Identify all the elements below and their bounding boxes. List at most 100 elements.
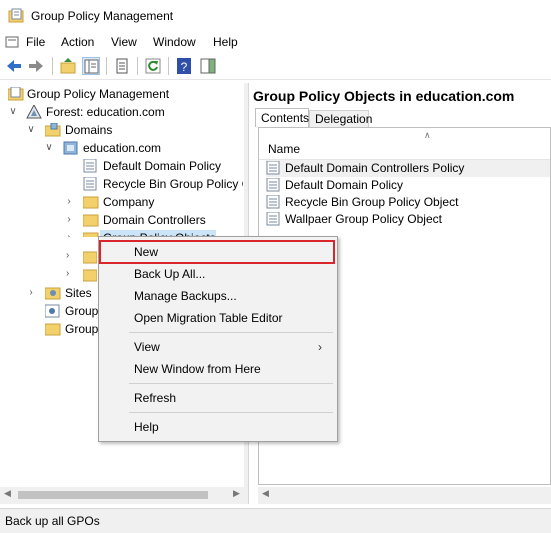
tree-item-sites[interactable]: › Sites [26, 284, 106, 302]
gpo-icon [266, 195, 280, 209]
tree-item-domains[interactable]: ∨ Domains [26, 121, 236, 139]
ou-folder-icon [83, 196, 99, 209]
tab-delegation[interactable]: Delegation [309, 110, 372, 127]
list-horizontal-scrollbar[interactable] [258, 487, 551, 504]
column-header-name[interactable]: Name [268, 142, 300, 156]
chevron-right-icon[interactable]: › [64, 229, 74, 237]
menu-view[interactable]: View [111, 35, 137, 49]
menu-item-view[interactable]: View › [99, 336, 335, 358]
gpo-folder-icon [83, 232, 99, 237]
menu-item-new-window-from-here[interactable]: New Window from Here [99, 358, 335, 380]
tree-label: Group [65, 304, 99, 318]
scroll-right-icon[interactable]: ▶ [233, 488, 240, 499]
title-bar: Group Policy Management [0, 0, 551, 32]
properties-icon[interactable] [113, 57, 131, 75]
status-bar: Back up all GPOs [0, 508, 551, 533]
menu-action[interactable]: Action [61, 35, 94, 49]
menu-separator [129, 412, 333, 413]
tree-label: Recycle Bin Group Policy O [103, 177, 243, 191]
gpo-link-icon [83, 159, 97, 173]
tree-item-domain-controllers[interactable]: › Domain Controllers [64, 211, 239, 229]
menu-help[interactable]: Help [213, 35, 238, 49]
scrollbar-thumb[interactable] [18, 491, 208, 499]
menu-item-refresh[interactable]: Refresh [99, 387, 335, 409]
tree-label: Group Policy Management [27, 87, 170, 101]
status-text: Back up all GPOs [5, 514, 100, 528]
app-icon [8, 8, 24, 23]
chevron-right-icon[interactable]: › [64, 211, 74, 229]
tree-label: Default Domain Policy [103, 159, 222, 173]
tab-contents[interactable]: Contents [255, 108, 309, 127]
menu-item-help[interactable]: Help [99, 416, 335, 438]
scroll-left-icon[interactable]: ◀ [262, 488, 269, 499]
help-icon[interactable]: ? [175, 57, 193, 75]
tree-item-forest[interactable]: ∨ Forest: education.com [8, 103, 238, 121]
chevron-down-icon[interactable]: ∨ [8, 103, 18, 121]
sort-caret-icon: ∧ [424, 130, 431, 140]
chevron-right-icon[interactable]: › [64, 193, 74, 211]
tree-item-domain[interactable]: ∨ education.com [44, 139, 239, 157]
toolbar-separator [168, 57, 169, 75]
list-item[interactable]: Default Domain Controllers Policy [266, 160, 550, 177]
gpo-icon [266, 161, 280, 175]
menu-item-open-migration-table-editor[interactable]: Open Migration Table Editor [99, 307, 335, 329]
menu-item-label: New Window from Here [134, 362, 261, 376]
forest-icon [26, 105, 42, 119]
toolbar-separator [52, 57, 53, 75]
tree-item-default-domain-policy[interactable]: Default Domain Policy [83, 157, 243, 175]
chevron-right-icon[interactable]: › [66, 250, 69, 261]
results-folder-icon [45, 323, 61, 336]
menu-item-label: View [134, 340, 160, 354]
list-item-label: Wallpaer Group Policy Object [285, 212, 442, 226]
tree-label: Company [103, 195, 155, 209]
tree-label: Forest: education.com [46, 105, 165, 119]
sites-folder-icon [45, 287, 61, 300]
tree-label: Domains [65, 123, 113, 137]
tree-label: education.com [83, 141, 162, 155]
menu-window[interactable]: Window [153, 35, 196, 49]
domains-folder-icon [45, 123, 61, 137]
up-folder-icon[interactable] [59, 57, 77, 75]
chevron-right-icon[interactable]: › [26, 284, 36, 302]
toolbar-separator [137, 57, 138, 75]
tree-item-group-policy-results[interactable]: Group [45, 320, 100, 338]
menu-file[interactable]: File [26, 35, 45, 49]
window-title: Group Policy Management [31, 9, 174, 23]
menu-bar: File Action View Window Help [0, 32, 551, 52]
chevron-down-icon[interactable]: ∨ [44, 139, 54, 157]
menu-separator [129, 383, 333, 384]
modeling-icon [45, 304, 60, 318]
list-item-label: Default Domain Policy [285, 178, 404, 192]
tree-item-company[interactable]: › Company [64, 193, 239, 211]
tree-item-group-policy-modeling[interactable]: Group [45, 302, 100, 320]
forward-arrow-icon[interactable] [27, 57, 45, 75]
chevron-right-icon[interactable]: › [66, 268, 69, 279]
refresh-icon[interactable] [144, 57, 162, 75]
gpo-link-icon [83, 177, 97, 191]
back-arrow-icon[interactable] [5, 57, 23, 75]
submenu-arrow-icon: › [318, 340, 322, 354]
domain-icon [63, 141, 78, 155]
scroll-left-icon[interactable]: ◀ [4, 488, 11, 499]
chevron-down-icon[interactable]: ∨ [26, 121, 36, 139]
gpo-icon [266, 212, 280, 226]
ou-folder-icon [83, 214, 99, 227]
folder-icon [83, 269, 97, 282]
menu-item-label: Back Up All... [134, 267, 206, 281]
tree-item-recycle-bin-gpo[interactable]: Recycle Bin Group Policy O [83, 175, 243, 193]
action-pane-icon[interactable] [199, 57, 217, 75]
menu-item-label: Open Migration Table Editor [134, 311, 283, 325]
tree-label: Domain Controllers [103, 213, 206, 227]
context-menu: New Back Up All... Manage Backups... Ope… [98, 236, 338, 442]
show-hide-tree-icon[interactable] [82, 57, 100, 75]
menu-item-manage-backups[interactable]: Manage Backups... [99, 285, 335, 307]
toolbar-separator [106, 57, 107, 75]
tree-item-root[interactable]: Group Policy Management [8, 85, 238, 103]
system-menu-icon[interactable] [5, 35, 19, 49]
details-title: Group Policy Objects in education.com [253, 88, 515, 104]
tree-label: Group [65, 322, 99, 336]
menu-item-back-up-all[interactable]: Back Up All... [99, 263, 335, 285]
gpo-icon [266, 178, 280, 192]
toolbar: ? [0, 53, 551, 80]
menu-item-label: Help [134, 420, 159, 434]
